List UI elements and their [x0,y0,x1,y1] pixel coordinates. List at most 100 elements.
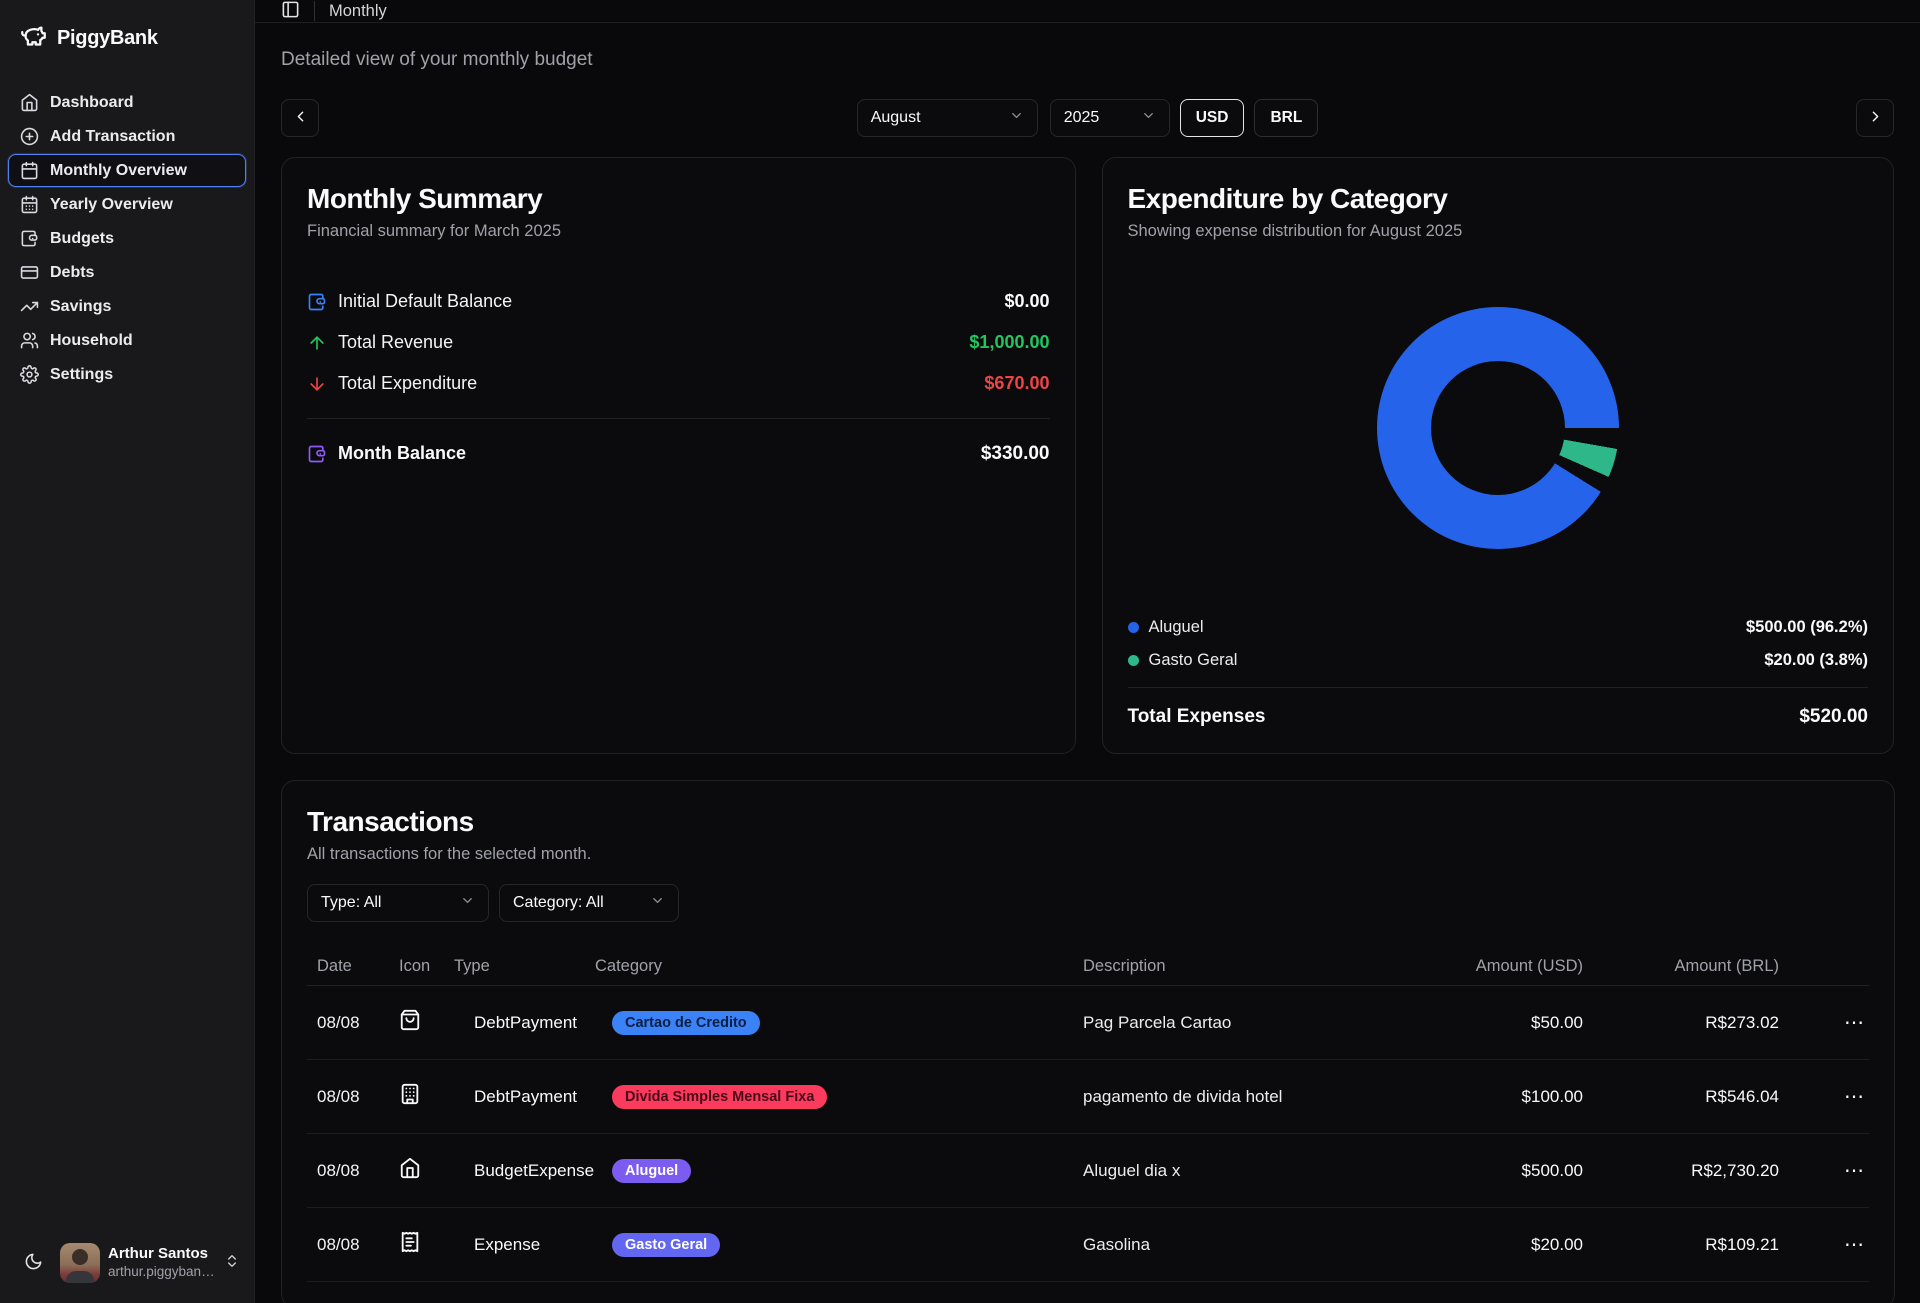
sidebar-item-label: Budgets [50,230,114,248]
tx-date: 08/08 [307,1013,399,1033]
sidebar-item-settings[interactable]: Settings [8,358,246,391]
period-controls: August 2025 USD BRL [281,99,1894,137]
sidebar-item-label: Household [50,332,133,350]
expenditure-divider [1128,687,1869,688]
calendar-days-icon [20,195,39,214]
category-badge: Gasto Geral [612,1233,720,1257]
breadcrumb: Monthly [329,2,387,21]
chart-legend: Aluguel$500.00 (96.2%)Gasto Geral$20.00 … [1128,615,1869,673]
page-subtitle: Detailed view of your monthly budget [281,49,1894,71]
currency-brl-button[interactable]: BRL [1254,99,1318,137]
total-expenses-value: $520.00 [1799,706,1868,728]
sidebar-item-budgets[interactable]: Budgets [8,222,246,255]
summary-row-value: $1,000.00 [969,332,1049,353]
total-expenses-label: Total Expenses [1128,706,1266,728]
sidebar-item-add-transaction[interactable]: Add Transaction [8,120,246,153]
summary-row-label: Total Expenditure [338,373,477,394]
summary-rows: Initial Default Balance$0.00Total Revenu… [307,281,1050,404]
donut-hole [1431,361,1565,495]
tx-amount-usd: $100.00 [1383,1087,1583,1107]
legend-label: Gasto Geral [1149,651,1238,670]
table-body: 08/08DebtPaymentCartao de CreditoPag Par… [307,986,1869,1282]
month-balance-label: Month Balance [338,443,466,464]
tx-type: Expense [454,1235,595,1255]
tx-description: Pag Parcela Cartao [1083,1013,1383,1033]
chevron-left-icon [292,108,309,128]
sidebar-item-label: Settings [50,366,113,384]
arrow-down-icon [307,374,327,394]
chevron-down-icon [1141,108,1156,128]
sidebar-item-savings[interactable]: Savings [8,290,246,323]
tx-amount-brl: R$2,730.20 [1583,1161,1779,1181]
tx-amount-usd: $500.00 [1383,1161,1583,1181]
sidebar-nav: Dashboard Add Transaction Monthly Overview… [8,86,246,391]
user-name: Arthur Santos [108,1245,216,1264]
tx-description: Gasolina [1083,1235,1383,1255]
credit-card-icon [20,263,39,282]
app-root: PiggyBank Dashboard Add Transaction Monthl… [0,0,1920,1303]
calendar-icon [20,161,39,180]
table-row: 08/08BudgetExpenseAluguelAluguel dia x$5… [307,1134,1869,1208]
app-logo: PiggyBank [8,14,246,60]
row-actions-button[interactable]: ⋯ [1838,1083,1871,1111]
chevrons-up-down-icon[interactable] [224,1253,240,1274]
month-balance-value: $330.00 [981,443,1050,465]
type-filter-value: Type: All [321,894,381,912]
category-badge: Aluguel [612,1159,691,1183]
year-select[interactable]: 2025 [1050,99,1170,137]
chevron-right-icon [1867,108,1884,128]
sidebar-item-dashboard[interactable]: Dashboard [8,86,246,119]
piggybank-icon [20,22,47,54]
summary-row: Total Revenue $1,000.00 [307,322,1050,363]
summary-row: Initial Default Balance$0.00 [307,281,1050,322]
wallet-icon [307,444,327,464]
avatar[interactable] [60,1243,100,1283]
column-header-description: Description [1083,957,1383,976]
next-month-button[interactable] [1856,99,1894,137]
sidebar: PiggyBank Dashboard Add Transaction Monthl… [0,0,255,1303]
tx-type: DebtPayment [454,1087,595,1107]
table-row: 08/08ExpenseGasto GeralGasolina$20.00R$1… [307,1208,1869,1282]
column-header-amount-usd-: Amount (USD) [1383,957,1583,976]
tx-date: 08/08 [307,1235,399,1255]
summary-title: Monthly Summary [307,183,1050,215]
column-header-date: Date [307,957,399,976]
tx-date: 08/08 [307,1161,399,1181]
sidebar-item-label: Monthly Overview [50,162,187,180]
tx-amount-brl: R$273.02 [1583,1013,1779,1033]
donut-chart[interactable] [1377,307,1619,549]
tx-type: BudgetExpense [454,1161,595,1181]
summary-row-label: Total Revenue [338,332,453,353]
prev-month-button[interactable] [281,99,319,137]
users-icon [20,331,39,350]
home-icon [20,93,39,112]
wallet-icon [20,229,39,248]
sidebar-item-yearly-overview[interactable]: Yearly Overview [8,188,246,221]
month-select[interactable]: August [857,99,1038,137]
sidebar-item-label: Add Transaction [50,128,175,146]
summary-subtitle: Financial summary for March 2025 [307,222,1050,241]
app-name: PiggyBank [57,27,158,50]
row-actions-button[interactable]: ⋯ [1838,1157,1871,1185]
chevron-down-icon [650,893,665,913]
sidebar-item-household[interactable]: Household [8,324,246,357]
currency-usd-button[interactable]: USD [1180,99,1245,137]
column-header-amount-brl-: Amount (BRL) [1583,957,1779,976]
row-actions-button[interactable]: ⋯ [1838,1231,1871,1259]
sidebar-item-monthly-overview[interactable]: Monthly Overview [8,154,246,187]
type-filter-select[interactable]: Type: All [307,884,489,922]
transactions-title: Transactions [307,806,1869,838]
column-header-icon: Icon [399,957,454,976]
sidebar-item-debts[interactable]: Debts [8,256,246,289]
row-actions-button[interactable]: ⋯ [1838,1009,1871,1037]
legend-label: Aluguel [1149,618,1204,637]
category-filter-select[interactable]: Category: All [499,884,679,922]
user-email: arthur.piggybank@... [108,1264,216,1281]
panel-left-icon [281,0,300,22]
tx-type: DebtPayment [454,1013,595,1033]
theme-toggle-button[interactable] [18,1248,48,1278]
page-content: Detailed view of your monthly budget Aug… [255,23,1920,1303]
user-meta[interactable]: Arthur Santos arthur.piggybank@... [108,1245,216,1281]
sidebar-toggle-button[interactable] [281,0,300,22]
tx-description: pagamento de divida hotel [1083,1087,1383,1107]
